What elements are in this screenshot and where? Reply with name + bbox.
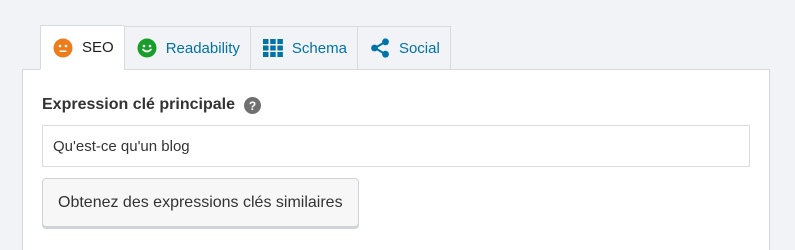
tab-label: Schema	[291, 39, 347, 57]
focus-keyphrase-label-text: Expression clé principale	[42, 96, 235, 113]
tab-label: SEO	[82, 39, 114, 56]
smiley-face-icon	[137, 38, 157, 58]
focus-keyphrase-label: Expression clé principale ?	[42, 96, 261, 114]
tab-label: Readability	[165, 39, 240, 57]
get-related-keyphrases-button[interactable]: Obtenez des expressions clés similaires	[42, 178, 359, 227]
tab-readability[interactable]: Readability	[123, 26, 250, 70]
tab-schema[interactable]: Schema	[249, 26, 357, 70]
tab-label: Social	[398, 39, 440, 57]
svg-text:?: ?	[249, 99, 256, 113]
tab-social[interactable]: Social	[356, 26, 451, 70]
grid-icon	[262, 39, 283, 57]
focus-keyphrase-input[interactable]	[42, 125, 750, 167]
tab-seo[interactable]: SEO	[40, 25, 124, 70]
seo-panel: Expression clé principale ? Obtenez des …	[22, 69, 770, 250]
sad-face-icon	[53, 38, 73, 58]
metabox-tabs: SEO Readability Schema Social	[40, 25, 451, 70]
share-icon	[370, 38, 390, 58]
help-icon[interactable]: ?	[243, 96, 261, 114]
